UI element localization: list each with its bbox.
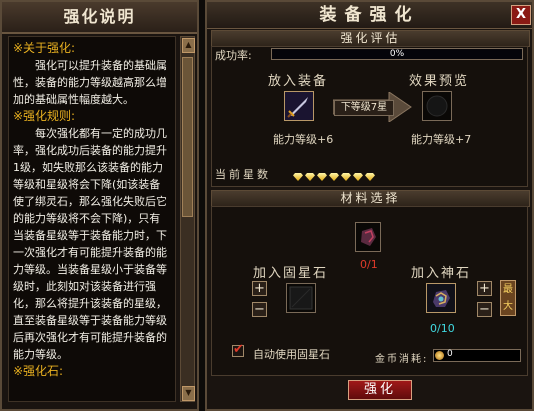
preview-level-text: 能力等级+7	[411, 133, 472, 146]
guide-text: ※关于强化: 强化可以提升装备的基础属性，装备的能力等级越高那么增加的基础属性幅…	[8, 36, 176, 402]
eval-section-header: 强化评估	[211, 30, 530, 47]
empty-slot-icon	[289, 286, 313, 310]
guide-heading-rules: ※强化规则:	[13, 109, 76, 123]
guide-scrollbar[interactable]: ▲ ▼	[180, 36, 195, 402]
coin-cost-display: 0	[433, 349, 521, 362]
current-level-text: 能力等级+6	[273, 133, 334, 146]
sword-icon	[285, 92, 313, 120]
coin-icon	[435, 351, 444, 360]
preview-label: 效果预览	[409, 74, 470, 89]
fix-stone-input-slot[interactable]	[286, 283, 316, 313]
fix-stone-slot[interactable]	[355, 222, 381, 252]
guide-paragraph-rules: 每次强化都有一定的成功几率，强化成功后装备的能力提升1级，如失败那么该装备的能力…	[13, 127, 167, 361]
star-icon	[305, 173, 315, 181]
fix-stone-count: 0/1	[360, 258, 378, 271]
star-icon	[341, 173, 351, 181]
star-rating	[293, 166, 377, 185]
god-stone-count: 0/10	[430, 322, 455, 335]
empty-orb-icon	[426, 95, 448, 117]
success-rate-label: 成功率:	[215, 49, 252, 62]
guide-paragraph-about: 强化可以提升装备的基础属性，装备的能力等级越高那么增加的基础属性幅度越大。	[13, 59, 167, 106]
guide-heading-about: ※关于强化:	[13, 41, 76, 55]
guide-title: 强化说明	[2, 2, 197, 34]
auto-use-label: 自动使用固星石	[253, 348, 330, 361]
strengthen-button[interactable]: 强化	[348, 380, 412, 400]
star-icon	[329, 173, 339, 181]
star-icon	[365, 173, 375, 181]
god-stone-icon	[427, 284, 455, 312]
scroll-up-button[interactable]: ▲	[182, 38, 195, 53]
fix-stone-plus-button[interactable]: +	[252, 281, 267, 296]
preview-slot	[422, 91, 452, 121]
next-level-label: 下等级7星	[334, 100, 394, 116]
fix-stone-label: 加入固星石	[253, 266, 329, 281]
current-stars-label: 当前星数	[215, 168, 271, 181]
close-button[interactable]: X	[511, 5, 531, 25]
god-stone-plus-button[interactable]: +	[477, 281, 492, 296]
success-rate-bar: 0%	[271, 48, 523, 60]
fix-stone-icon	[361, 228, 376, 246]
god-stone-label: 加入神石	[411, 266, 472, 281]
star-icon	[293, 173, 303, 181]
guide-heading-stone: ※强化石:	[13, 364, 64, 378]
strengthen-guide-panel: 强化说明 ※关于强化: 强化可以提升装备的基础属性，装备的能力等级越高那么增加的…	[0, 0, 199, 411]
max-button[interactable]: 最大	[500, 280, 516, 316]
coin-cost-value: 0	[447, 349, 453, 359]
check-icon: ✔	[233, 342, 244, 357]
equip-slot[interactable]	[284, 91, 314, 121]
auto-use-checkbox[interactable]: ✔	[232, 342, 244, 357]
coin-cost-label: 金币消耗:	[375, 354, 429, 365]
god-stone-slot[interactable]	[426, 283, 456, 313]
panel-title: 装备强化	[207, 2, 532, 29]
god-stone-minus-button[interactable]: −	[477, 302, 492, 317]
star-icon	[353, 173, 363, 181]
equip-slot-label: 放入装备	[268, 74, 329, 89]
material-section-header: 材料选择	[211, 190, 530, 207]
scroll-down-button[interactable]: ▼	[182, 386, 195, 401]
star-icon	[317, 173, 327, 181]
scroll-thumb[interactable]	[182, 57, 193, 217]
fix-stone-minus-button[interactable]: −	[252, 302, 267, 317]
